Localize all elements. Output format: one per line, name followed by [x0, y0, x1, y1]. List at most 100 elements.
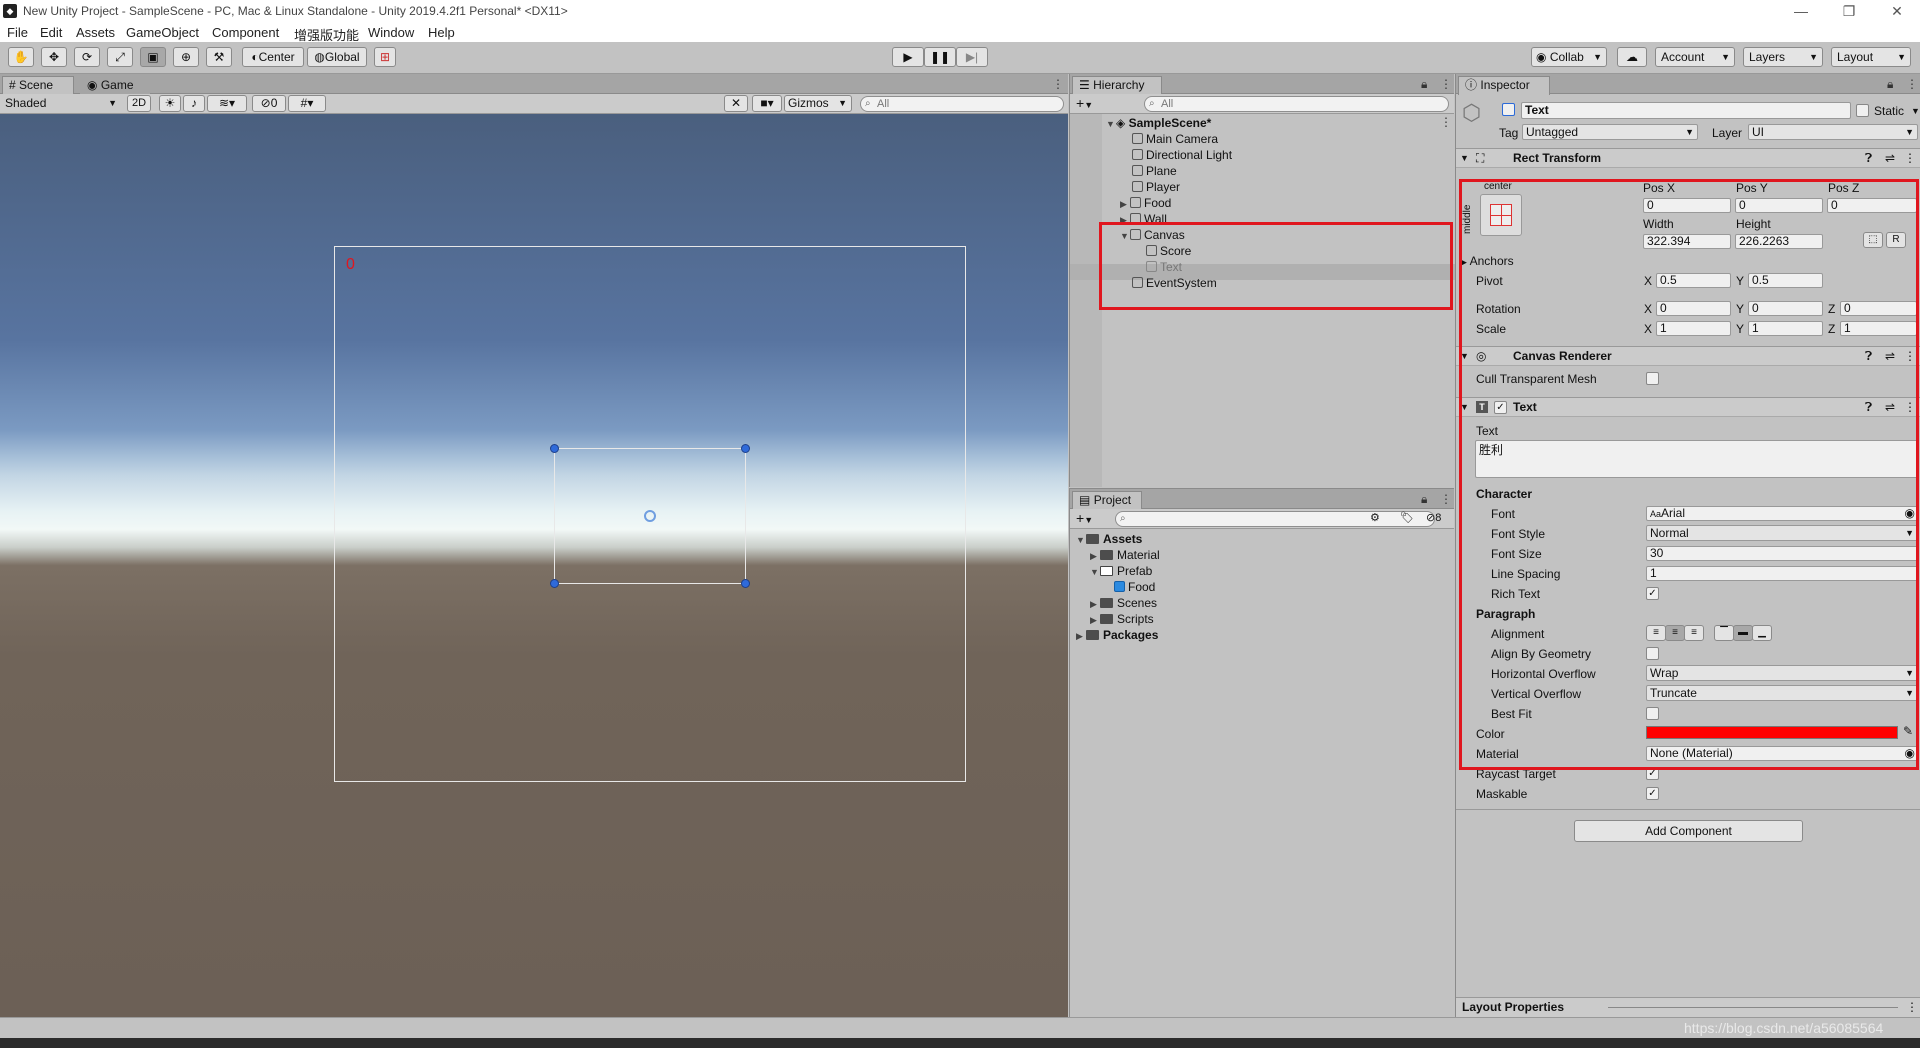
- list-item[interactable]: EventSystem: [1132, 275, 1217, 291]
- rect-handle-bottom-right[interactable]: [741, 579, 750, 588]
- h-overflow-dropdown[interactable]: Wrap ▼: [1646, 665, 1918, 681]
- pivot-y-field[interactable]: 0.5: [1748, 273, 1823, 288]
- list-item[interactable]: ▶ Packages: [1076, 627, 1158, 643]
- move-tool-button[interactable]: ✥: [41, 47, 67, 67]
- align-middle-button[interactable]: ▬: [1733, 625, 1753, 641]
- pivot-x-field[interactable]: 0.5: [1656, 273, 1731, 288]
- collab-button[interactable]: ◉ Collab ▼: [1531, 47, 1607, 67]
- cloud-button[interactable]: ☁: [1617, 47, 1647, 67]
- 2d-toggle[interactable]: 2D: [127, 95, 151, 112]
- menu-assets[interactable]: Assets: [76, 25, 115, 40]
- tab-project[interactable]: ▤ Project: [1072, 491, 1142, 510]
- project-create-button[interactable]: +▼: [1076, 510, 1093, 526]
- anchors-foldout[interactable]: ▶ Anchors: [1460, 254, 1514, 268]
- cull-transparent-checkbox[interactable]: [1646, 372, 1659, 385]
- preset-icon[interactable]: ⇌: [1885, 149, 1895, 167]
- rect-tool-button[interactable]: ▣: [140, 47, 166, 67]
- step-button[interactable]: ▶|: [956, 47, 988, 67]
- layers-dropdown[interactable]: Layers ▼: [1743, 47, 1823, 67]
- project-menu-icon[interactable]: ⋮: [1440, 492, 1452, 506]
- static-checkbox[interactable]: [1856, 104, 1869, 117]
- object-picker-icon[interactable]: ◉: [1905, 747, 1915, 760]
- list-item[interactable]: Text: [1146, 259, 1182, 275]
- list-item[interactable]: Player: [1132, 179, 1180, 195]
- menu-edit[interactable]: Edit: [40, 25, 62, 40]
- tag-dropdown[interactable]: Untagged ▼: [1522, 124, 1698, 140]
- text-component-header[interactable]: ▼ T ✓ Text ❓︎ ⇌ ⋮: [1456, 397, 1920, 417]
- line-spacing-field[interactable]: 1: [1646, 566, 1918, 581]
- help-icon[interactable]: ❓︎: [1865, 347, 1872, 365]
- account-dropdown[interactable]: Account ▼: [1655, 47, 1735, 67]
- scene-search-input[interactable]: ⌕ All: [860, 96, 1064, 112]
- play-button[interactable]: ▶: [892, 47, 924, 67]
- gizmos-dropdown[interactable]: Gizmos ▼: [784, 95, 852, 112]
- help-icon[interactable]: ❓︎: [1865, 149, 1872, 167]
- help-icon[interactable]: ❓︎: [1865, 398, 1872, 416]
- hand-tool-button[interactable]: ✋: [8, 47, 34, 67]
- list-item[interactable]: ▶ Food: [1120, 195, 1171, 211]
- component-menu-icon[interactable]: ⋮: [1904, 149, 1916, 167]
- filter-label-icon[interactable]: 🏷︎: [1400, 511, 1414, 524]
- tab-game[interactable]: ◉ Game: [80, 76, 150, 95]
- anchor-preset-button[interactable]: [1480, 194, 1522, 236]
- list-item[interactable]: ▼ Assets: [1076, 531, 1142, 547]
- color-swatch[interactable]: [1646, 726, 1898, 739]
- lock-icon[interactable]: 🔒︎: [1887, 77, 1893, 92]
- maskable-checkbox[interactable]: ✓: [1646, 787, 1659, 800]
- rotate-tool-button[interactable]: ⟳: [74, 47, 100, 67]
- list-item[interactable]: ▼ Prefab: [1090, 563, 1152, 579]
- inspector-menu-icon[interactable]: ⋮: [1906, 77, 1918, 91]
- raycast-checkbox[interactable]: ✓: [1646, 767, 1659, 780]
- close-button[interactable]: ✕: [1876, 0, 1918, 22]
- list-item[interactable]: Main Camera: [1132, 131, 1218, 147]
- rich-text-checkbox[interactable]: ✓: [1646, 587, 1659, 600]
- align-top-button[interactable]: ▔: [1714, 625, 1734, 641]
- grid-dropdown[interactable]: #▾: [288, 95, 326, 112]
- hierarchy-search-input[interactable]: ⌕ All: [1144, 96, 1449, 112]
- tab-scene[interactable]: # Scene: [2, 76, 74, 95]
- best-fit-checkbox[interactable]: [1646, 707, 1659, 720]
- text-enabled-checkbox[interactable]: ✓: [1494, 401, 1507, 414]
- rot-x-field[interactable]: 0: [1656, 301, 1731, 316]
- object-name-field[interactable]: Text: [1521, 102, 1851, 119]
- active-checkbox[interactable]: [1502, 103, 1515, 116]
- v-overflow-dropdown[interactable]: Truncate ▼: [1646, 685, 1918, 701]
- scene-root[interactable]: ▼◈ SampleScene*: [1106, 115, 1211, 131]
- create-button[interactable]: +▼: [1076, 95, 1093, 111]
- height-field[interactable]: 226.2263: [1735, 234, 1823, 249]
- align-bottom-button[interactable]: ▁: [1752, 625, 1772, 641]
- tab-inspector[interactable]: ⓘ Inspector: [1458, 76, 1550, 95]
- layout-dropdown[interactable]: Layout ▼: [1831, 47, 1911, 67]
- shading-mode-dropdown[interactable]: Shaded ▼: [2, 96, 120, 112]
- menu-file[interactable]: File: [7, 25, 28, 40]
- align-right-button[interactable]: ≡: [1684, 625, 1704, 641]
- menu-window[interactable]: Window: [368, 25, 414, 40]
- list-item[interactable]: ▶ Material: [1090, 547, 1160, 563]
- list-item[interactable]: Score: [1146, 243, 1191, 259]
- list-item[interactable]: ▶ Scenes: [1090, 595, 1157, 611]
- layout-menu-icon[interactable]: ⋮: [1906, 1000, 1918, 1014]
- rect-handle-top-left[interactable]: [550, 444, 559, 453]
- list-item[interactable]: Food: [1114, 579, 1155, 595]
- scale-y-field[interactable]: 1: [1748, 321, 1823, 336]
- lock-icon[interactable]: 🔒︎: [1421, 492, 1427, 507]
- eyedropper-icon[interactable]: ✎: [1903, 724, 1913, 738]
- blueprint-mode-button[interactable]: ⬚: [1863, 232, 1883, 248]
- pivot-mode-button[interactable]: ◐Center: [242, 47, 304, 67]
- lighting-toggle[interactable]: ☀: [159, 95, 181, 112]
- preset-icon[interactable]: ⇌: [1885, 398, 1895, 416]
- pivot-handle[interactable]: [644, 510, 656, 522]
- pivot-rotation-button[interactable]: ◍Global: [307, 47, 367, 67]
- hierarchy-menu-icon[interactable]: ⋮: [1440, 77, 1452, 91]
- minimize-button[interactable]: —: [1780, 0, 1822, 22]
- object-picker-icon[interactable]: ◉: [1905, 507, 1915, 520]
- scene-viewport[interactable]: 0: [0, 114, 1068, 1017]
- lock-icon[interactable]: 🔒︎: [1421, 77, 1427, 92]
- hidden-objects-toggle[interactable]: ⊘0: [252, 95, 286, 112]
- layer-dropdown[interactable]: UI ▼: [1748, 124, 1918, 140]
- list-item[interactable]: ▼ Canvas: [1120, 227, 1185, 243]
- audio-toggle[interactable]: ♪: [183, 95, 205, 112]
- menu-gameobject[interactable]: GameObject: [126, 25, 199, 40]
- align-center-button[interactable]: ≡: [1665, 625, 1685, 641]
- scale-x-field[interactable]: 1: [1656, 321, 1731, 336]
